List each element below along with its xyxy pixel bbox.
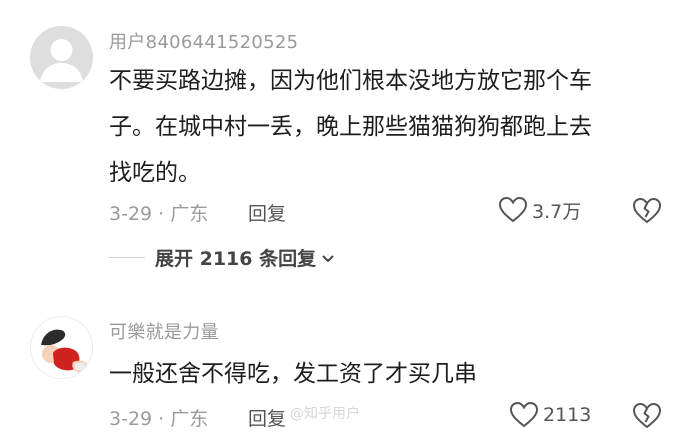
comment-date-location: 3-29 · 广东 xyxy=(109,408,209,430)
comment-text: 一般还舍不得吃，发工资了才买几串 xyxy=(109,351,674,397)
watermark: @知乎用户 xyxy=(290,406,360,422)
chevron-down-icon xyxy=(322,254,334,262)
user-avatar[interactable] xyxy=(30,316,93,379)
comment-date-location: 3-29 · 广东 xyxy=(109,203,209,225)
divider xyxy=(109,257,145,258)
broken-heart-icon[interactable] xyxy=(632,400,662,430)
username[interactable]: 用户8406441520525 xyxy=(109,28,298,54)
like-button[interactable]: 3.7万 xyxy=(498,196,581,224)
username[interactable]: 可樂就是力量 xyxy=(109,318,219,344)
comment-text-line: 不要买路边摊，因为他们根本没地方放它那个车 xyxy=(109,68,592,94)
comment-text: 不要买路边摊，因为他们根本没地方放它那个车 子。在城中村一丢，晚上那些猫猫狗狗都… xyxy=(109,58,674,196)
reply-button[interactable]: 回复 xyxy=(248,404,286,431)
like-count: 3.7万 xyxy=(532,200,582,223)
expand-replies-label: 展开 2116 条回复 xyxy=(155,248,317,270)
heart-outline-icon xyxy=(498,196,528,223)
comment-text-line: 子。在城中村一丢，晚上那些猫猫狗狗都跑上去 xyxy=(109,114,592,140)
cartoon-avatar-icon xyxy=(41,329,89,373)
comment-text-line: 一般还舍不得吃，发工资了才买几串 xyxy=(109,361,477,387)
user-avatar[interactable] xyxy=(30,26,93,89)
comment-text-line: 找吃的。 xyxy=(109,160,201,186)
expand-replies-button[interactable]: 展开 2116 条回复 xyxy=(109,244,336,271)
default-user-avatar-icon xyxy=(40,39,83,82)
comment-item: 用户8406441520525 不要买路边摊，因为他们根本没地方放它那个车 子。… xyxy=(0,0,690,235)
like-count: 2113 xyxy=(543,404,592,426)
like-button[interactable]: 2113 xyxy=(509,401,591,429)
reply-button[interactable]: 回复 xyxy=(248,199,286,226)
heart-outline-icon xyxy=(509,401,539,428)
broken-heart-icon[interactable] xyxy=(632,195,662,225)
